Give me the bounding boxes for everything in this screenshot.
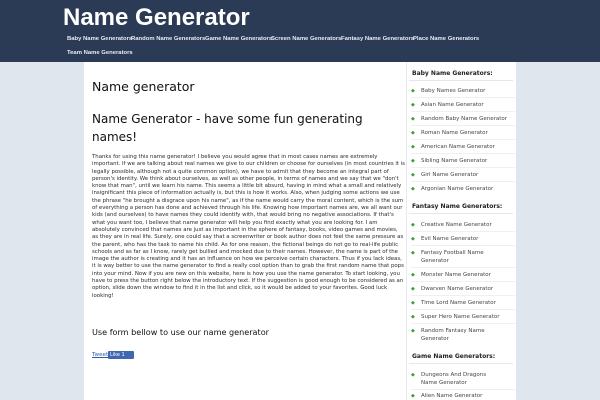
- bullet-icon: ◆: [411, 300, 415, 306]
- page-container: Name generator Name Generator - have som…: [84, 62, 516, 400]
- bullet-icon: ◆: [411, 286, 415, 292]
- nav-item-game-name-generators[interactable]: Game Name Generators: [205, 34, 272, 45]
- sidebar-divider: [409, 213, 513, 214]
- sidebar-item-random-fantasy-name-generator[interactable]: ◆ Random Fantasy Name Generator: [411, 327, 487, 343]
- sidebar-item-monster-name-generator[interactable]: ◆ Monster Name Generator: [411, 271, 515, 279]
- main-nav: Baby Name Generators Random Name Generat…: [0, 34, 600, 62]
- sidebar-item-creative-name-generator[interactable]: ◆ Creative Name Generator: [411, 221, 515, 229]
- bullet-icon: ◆: [411, 144, 415, 150]
- sidebar-item-super-hero-name-generator[interactable]: ◆ Super Hero Name Generator: [411, 313, 515, 321]
- sidebar-divider: [411, 97, 515, 98]
- nav-item-fantasy-name-generators[interactable]: Fantasy Name Generators: [341, 34, 414, 45]
- sidebar-item-alien-name-generator[interactable]: ◆ Alien Name Generator: [411, 392, 515, 400]
- sidebar: Baby Name Generators: ◆ Baby Names Genera…: [406, 62, 516, 400]
- sidebar-heading-fantasy: Fantasy Name Generators:: [412, 203, 503, 210]
- sidebar-item-girl-name-generator[interactable]: ◆ Girl Name Generator: [411, 171, 515, 179]
- bullet-icon: ◆: [411, 372, 415, 378]
- sidebar-item-american-name-generator[interactable]: ◆ American Name Generator: [411, 143, 515, 151]
- sidebar-item-roman-name-generator[interactable]: ◆ Roman Name Generator: [411, 129, 515, 137]
- sidebar-divider: [411, 125, 515, 126]
- sidebar-item-sibling-name-generator[interactable]: ◆ Sibling Name Generator: [411, 157, 515, 165]
- sidebar-divider: [411, 231, 515, 232]
- sidebar-divider: [411, 167, 515, 168]
- nav-item-screen-name-generators[interactable]: Screen Name Generators: [271, 34, 341, 45]
- bullet-icon: ◆: [411, 393, 415, 399]
- bullet-icon: ◆: [411, 236, 415, 242]
- sidebar-divider: [411, 389, 515, 390]
- nav-item-baby-name-generators[interactable]: Baby Name Generators: [67, 34, 132, 45]
- sidebar-item-dwarven-name-generator[interactable]: ◆ Dwarven Name Generator: [411, 285, 515, 293]
- bullet-icon: ◆: [411, 314, 415, 320]
- bullet-icon: ◆: [411, 172, 415, 178]
- nav-item-random-name-generators[interactable]: Random Name Generators: [131, 34, 205, 45]
- form-heading: Use form bellow to use our name generato…: [92, 327, 269, 337]
- like-label: Like 1: [110, 352, 125, 358]
- content-heading: Name Generator - have some fun generatin…: [92, 112, 363, 144]
- facebook-like-button[interactable]: Like 1: [108, 351, 134, 359]
- sidebar-divider: [411, 245, 515, 246]
- bullet-icon: ◆: [411, 88, 415, 94]
- bullet-icon: ◆: [411, 102, 415, 108]
- sidebar-heading-baby: Baby Name Generators:: [412, 70, 493, 77]
- sidebar-divider: [411, 323, 515, 324]
- sidebar-divider: [411, 139, 515, 140]
- sidebar-item-fantasy-football-name-generator[interactable]: ◆ Fantasy Football Name Generator: [411, 249, 487, 265]
- main-content: Name generator Name Generator - have som…: [92, 62, 406, 400]
- bullet-icon: ◆: [411, 158, 415, 164]
- nav-item-place-name-generators[interactable]: Place Name Generators: [413, 34, 479, 45]
- sidebar-divider: [411, 281, 515, 282]
- intro-text: Thanks for using this name generator! I …: [92, 154, 405, 299]
- sidebar-divider: [411, 267, 515, 268]
- bullet-icon: ◆: [411, 250, 415, 256]
- sidebar-divider: [411, 309, 515, 310]
- bullet-icon: ◆: [411, 222, 415, 228]
- sidebar-item-dungeons-and-dragons-name-generator[interactable]: ◆ Dungeons And Dragons Name Generator: [411, 371, 503, 387]
- sidebar-divider: [409, 363, 513, 364]
- bullet-icon: ◆: [411, 186, 415, 192]
- bullet-icon: ◆: [411, 130, 415, 136]
- tweet-link[interactable]: Tweet: [92, 351, 108, 360]
- sidebar-item-argonian-name-generator[interactable]: ◆ Argonian Name Generator: [411, 185, 515, 193]
- sidebar-heading-game: Game Name Generators:: [412, 353, 496, 360]
- bullet-icon: ◆: [411, 272, 415, 278]
- sidebar-item-time-lord-name-generator[interactable]: ◆ Time Lord Name Generator: [411, 299, 515, 307]
- bullet-icon: ◆: [411, 116, 415, 122]
- sidebar-item-random-baby-name-generator[interactable]: ◆ Random Baby Name Generator: [411, 115, 515, 123]
- page-title: Name generator: [92, 79, 195, 94]
- bullet-icon: ◆: [411, 328, 415, 334]
- sidebar-divider: [409, 80, 513, 81]
- sidebar-divider: [411, 153, 515, 154]
- sidebar-divider: [411, 111, 515, 112]
- sidebar-item-evil-name-generator[interactable]: ◆ Evil Name Generator: [411, 235, 515, 243]
- nav-item-team-name-generators[interactable]: Team Name Generators: [67, 48, 133, 59]
- sidebar-divider: [411, 295, 515, 296]
- sidebar-item-baby-names-generator[interactable]: ◆ Baby Names Generator: [411, 87, 515, 95]
- sidebar-divider: [411, 181, 515, 182]
- site-title[interactable]: Name Generator: [63, 4, 250, 32]
- sidebar-item-asian-name-generator[interactable]: ◆ Asian Name Generator: [411, 101, 515, 109]
